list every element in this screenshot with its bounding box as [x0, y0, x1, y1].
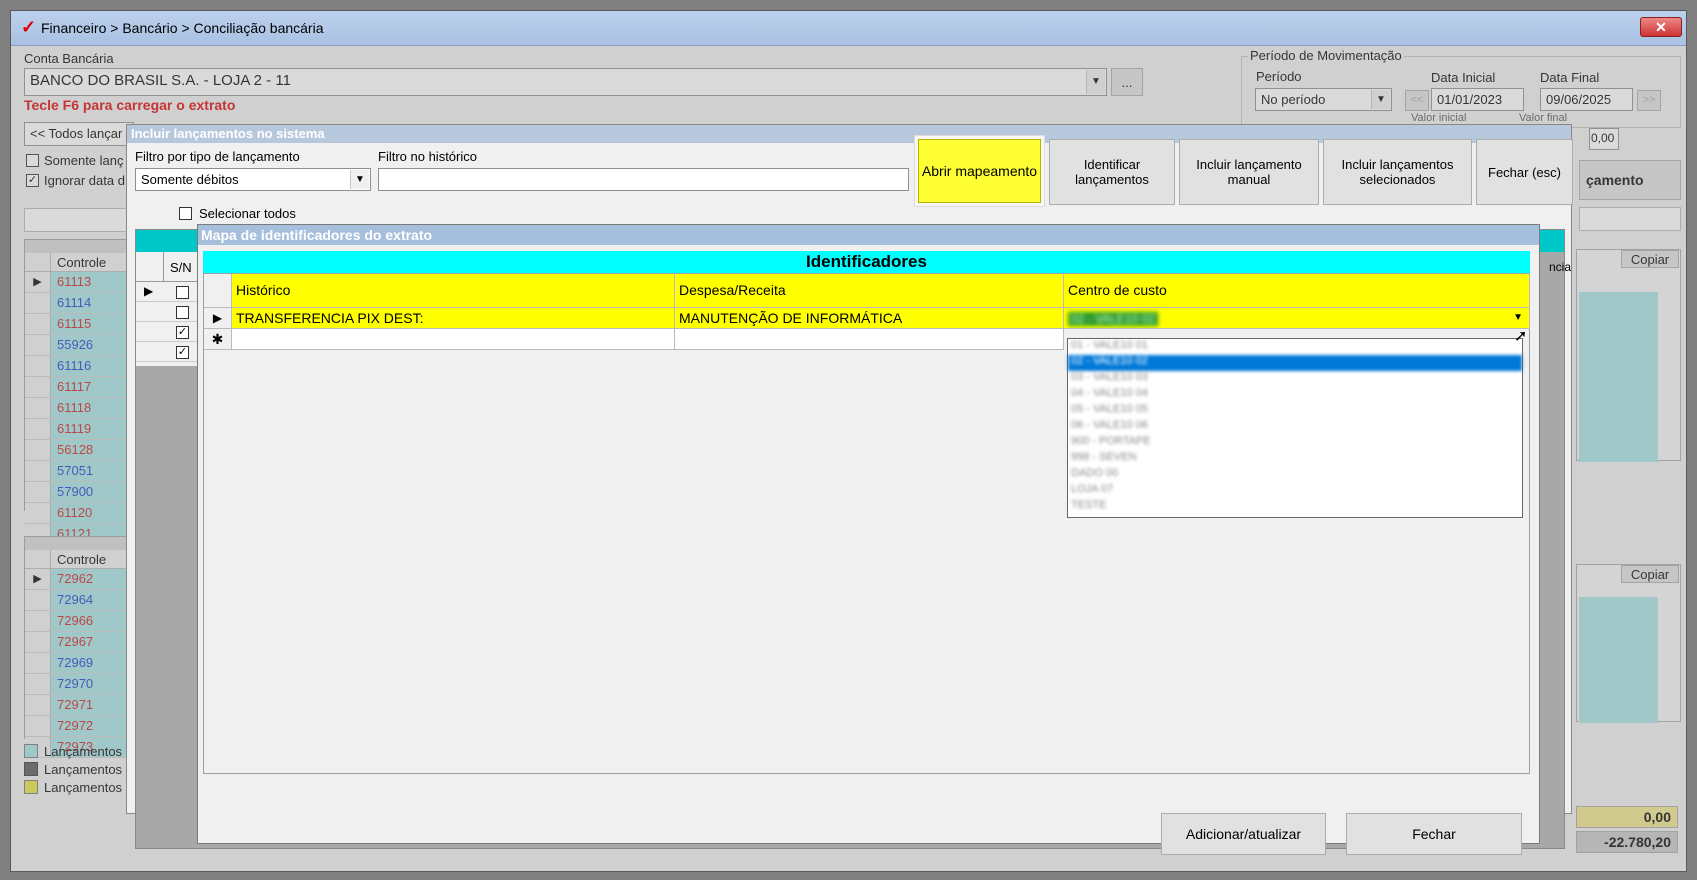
mapa-button-frame: Abrir mapeamento [914, 135, 1045, 207]
filtro-tipo-select[interactable]: Somente débitos ▼ [135, 168, 371, 191]
mapa-modal-title: Mapa de identificadores do extrato [198, 225, 1539, 245]
identificadores-header: Identificadores [203, 251, 1530, 273]
incluir-manual-button[interactable]: Incluir lançamento manual [1179, 139, 1319, 205]
chevron-down-icon[interactable]: ▼ [1513, 308, 1523, 328]
incluir-selecionados-button[interactable]: Incluir lançamentos selecionados [1323, 139, 1472, 205]
dropdown-option[interactable]: 04 - VALE10 04 [1068, 387, 1522, 403]
abrir-mapeamento-button[interactable]: Abrir mapeamento [918, 139, 1041, 203]
identificar-lancamentos-button[interactable]: Identificar lançamentos [1049, 139, 1175, 205]
selecionar-todos-checkbox[interactable] [179, 207, 192, 220]
title-bar: ✓ Financeiro > Bancário > Conciliação ba… [11, 11, 1686, 46]
historico-cell[interactable]: TRANSFERENCIA PIX DEST: [232, 308, 675, 329]
centro-custo-dropdown[interactable]: 01 - VALE10 01 02 - VALE10 02 03 - VALE10 … [1067, 338, 1523, 518]
despesa-cell[interactable]: MANUTENÇÃO DE INFORMÁTICA [675, 308, 1064, 329]
fechar-button[interactable]: Fechar [1346, 813, 1522, 855]
dropdown-option[interactable]: DADO 00 [1068, 467, 1522, 483]
adicionar-atualizar-button[interactable]: Adicionar/atualizar [1161, 813, 1326, 855]
new-historico-cell[interactable] [232, 329, 675, 350]
dropdown-option[interactable]: TESTE [1068, 499, 1522, 515]
mapa-modal: Mapa de identificadores do extrato Ident… [197, 224, 1540, 855]
dropdown-option[interactable]: LOJA 07 [1068, 483, 1522, 499]
centro-custo-value: 02 - VALE10 02 [1068, 312, 1158, 326]
chevron-down-icon: ▼ [350, 170, 369, 189]
new-row-icon: ✱ [204, 329, 232, 350]
sn-header: S/N [164, 252, 198, 282]
app-logo-icon: ✓ [21, 17, 37, 37]
row-checkbox[interactable] [176, 306, 189, 319]
close-window-button[interactable]: ✕ [1640, 17, 1682, 37]
centro-custo-column-header: Centro de custo [1064, 274, 1530, 308]
dropdown-option[interactable]: 06 - VALE10 06 [1068, 419, 1522, 435]
filtro-tipo-value: Somente débitos [141, 172, 239, 187]
row-checkbox[interactable]: ✓ [176, 346, 189, 359]
filtro-historico-input[interactable] [378, 168, 909, 191]
dropdown-option[interactable]: 998 - SEVEN [1068, 451, 1522, 467]
ncia-header: ncia [1549, 260, 1572, 274]
centro-custo-cell[interactable]: 02 - VALE10 02 ▼ [1064, 308, 1530, 329]
mouse-cursor-icon: ➚ [1514, 328, 1528, 345]
filtro-historico-label: Filtro no histórico [378, 149, 477, 164]
despesa-column-header: Despesa/Receita [675, 274, 1064, 308]
new-despesa-cell[interactable] [675, 329, 1064, 350]
dropdown-option[interactable]: 05 - VALE10 05 [1068, 403, 1522, 419]
historico-column-header: Histórico [232, 274, 675, 308]
row-pointer-icon: ▶ [204, 308, 232, 329]
filtro-tipo-label: Filtro por tipo de lançamento [135, 149, 300, 164]
row-pointer-icon: ▶ [144, 284, 154, 298]
row-checkbox[interactable]: ✓ [176, 326, 189, 339]
window-title: Financeiro > Bancário > Conciliação banc… [41, 20, 324, 36]
dropdown-option[interactable]: 02 - VALE10 02 [1068, 355, 1522, 371]
centro-custo-options: 01 - VALE10 01 02 - VALE10 02 03 - VALE10 … [1068, 339, 1522, 515]
dropdown-option[interactable]: 01 - VALE10 01 [1068, 339, 1522, 355]
selecionar-todos-label: Selecionar todos [199, 206, 296, 221]
dropdown-option[interactable]: 03 - VALE10 03 [1068, 371, 1522, 387]
dropdown-option[interactable]: 900 - PORTAPE [1068, 435, 1522, 451]
fechar-esc-button[interactable]: Fechar (esc) [1476, 139, 1573, 205]
row-checkbox[interactable] [176, 286, 189, 299]
